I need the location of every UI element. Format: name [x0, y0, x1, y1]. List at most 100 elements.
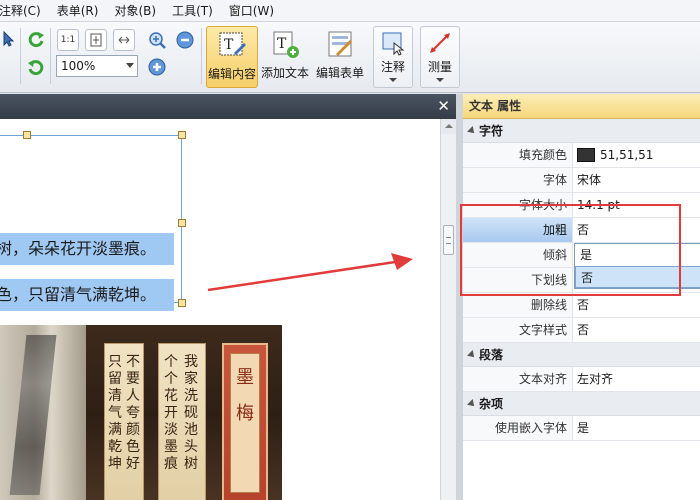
chevron-down-icon [126, 63, 134, 68]
rotate-ccw-button[interactable] [25, 56, 47, 78]
edit-form-label: 编辑表单 [315, 66, 364, 80]
fit-page-button[interactable] [85, 29, 107, 51]
annotate-label: 注释 [380, 60, 405, 74]
group-character[interactable]: 字符 [463, 119, 700, 143]
prop-label: 文字样式 [463, 318, 573, 342]
scroll-up-button[interactable] [441, 119, 456, 134]
group-label: 段落 [479, 348, 504, 362]
title-panel: 墨梅 [222, 343, 268, 500]
group-misc[interactable]: 杂项 [463, 392, 700, 416]
annotate-dropdown[interactable]: 注释 [373, 26, 413, 88]
add-text-label: 添加文本 [260, 66, 309, 80]
svg-text:T: T [277, 36, 287, 52]
prop-label: 文本对齐 [463, 367, 573, 391]
zoom-value: 100% [61, 59, 96, 73]
zoom-in-button[interactable] [146, 29, 168, 51]
select-tool-button[interactable] [0, 28, 18, 50]
add-text-button[interactable]: T 添加文本 [260, 26, 310, 88]
close-icon[interactable]: ✕ [437, 98, 450, 114]
zoom-out-button[interactable] [174, 29, 196, 51]
highlight-box [460, 204, 681, 296]
document-scrollbar[interactable] [440, 119, 456, 500]
prop-text-style[interactable]: 文字样式 否 [463, 318, 700, 343]
menu-bar: 注释(C) 表单(R) 对象(B) 工具(T) 窗口(W) [0, 0, 700, 22]
measure-label: 测量 [427, 60, 452, 74]
prop-label: 字体 [463, 168, 573, 192]
edit-content-button[interactable]: T 编辑内容 [206, 26, 258, 88]
document-tab-bar: ✕ [0, 94, 456, 119]
fit-width-button[interactable] [113, 29, 135, 51]
collapse-icon [467, 126, 477, 136]
group-label: 字符 [479, 124, 504, 138]
menu-form[interactable]: 表单(R) [49, 0, 107, 22]
prop-value: 51,51,51 [600, 148, 654, 162]
text-line-1[interactable]: 树，朵朵花开淡墨痕。 [0, 233, 174, 265]
menu-tools[interactable]: 工具(T) [164, 0, 221, 22]
resize-handle[interactable] [178, 299, 186, 307]
rotate-clockwise-icon [28, 32, 44, 48]
text-properties-panel: 文本 属性 字符 填充颜色 51,51,51 字体 宋体 字体大小 14.1 p… [463, 94, 700, 500]
rotate-counterclockwise-icon [28, 60, 44, 76]
resize-handle[interactable] [178, 131, 186, 139]
measure-icon [430, 33, 450, 53]
actual-size-button[interactable]: 1:1 [57, 29, 79, 51]
ink-brush-painting [0, 325, 86, 500]
svg-text:T: T [224, 37, 234, 53]
poem-column: 不要人夸颜色好 [126, 354, 140, 472]
annotate-icon [382, 32, 405, 56]
prop-value: 是 [577, 421, 590, 435]
prop-value: 左对齐 [577, 372, 614, 386]
document-canvas[interactable]: 树，朵朵花开淡墨痕。 色，只留清气满乾坤。 只留清气满乾坤 不要人夸颜色好 个个… [0, 119, 440, 500]
prop-label: 删除线 [463, 293, 573, 317]
color-swatch[interactable] [577, 148, 595, 162]
menu-object[interactable]: 对象(B) [106, 0, 164, 22]
prop-font[interactable]: 字体 宋体 [463, 168, 700, 193]
menu-annotate[interactable]: 注释(C) [0, 0, 49, 22]
measure-dropdown[interactable]: 测量 [420, 26, 460, 88]
prop-fill-color[interactable]: 填充颜色 51,51,51 [463, 143, 700, 168]
collapse-icon [467, 399, 477, 409]
fit-width-icon [118, 36, 130, 44]
book-title: 墨梅 [230, 353, 260, 493]
toolbar: 1:1 100% T 编辑内容 T 添加文本 编辑表单 注释 测量 [0, 22, 700, 93]
prop-label: 使用嵌入字体 [463, 416, 573, 440]
prop-embed-font[interactable]: 使用嵌入字体 是 [463, 416, 700, 441]
edit-content-label: 编辑内容 [207, 67, 256, 81]
poem-panel-right: 个个花开淡墨痕 我家洗砚池头树 [158, 343, 206, 500]
poem-column: 个个花开淡墨痕 [164, 354, 178, 472]
resize-handle[interactable] [23, 131, 31, 139]
rotate-cw-button[interactable] [25, 28, 47, 50]
menu-window[interactable]: 窗口(W) [221, 0, 282, 22]
prop-value: 否 [577, 298, 590, 312]
add-text-icon: T [273, 31, 299, 58]
plus-circle-icon [148, 58, 166, 76]
prop-value: 否 [577, 323, 590, 337]
group-paragraph[interactable]: 段落 [463, 343, 700, 367]
edit-form-icon [328, 31, 352, 57]
fit-page-icon [90, 33, 102, 47]
scroll-thumb[interactable] [443, 225, 454, 255]
group-label: 杂项 [479, 397, 504, 411]
collapse-icon [467, 350, 477, 360]
minus-circle-icon [176, 31, 194, 49]
edit-form-button[interactable]: 编辑表单 [314, 26, 366, 88]
panel-title: 文本 属性 [463, 94, 700, 119]
zoom-select[interactable]: 100% [56, 55, 138, 77]
prop-value: 宋体 [577, 173, 602, 187]
chevron-down-icon [389, 78, 397, 82]
red-arrow-icon [207, 253, 413, 292]
cursor-icon [3, 30, 15, 47]
panel-splitter[interactable] [456, 94, 463, 500]
edit-text-icon: T [219, 32, 246, 56]
prop-strikethrough[interactable]: 删除线 否 [463, 293, 700, 318]
actual-size-icon: 1:1 [60, 35, 76, 45]
chevron-down-icon [436, 78, 444, 82]
poem-column: 我家洗砚池头树 [184, 354, 198, 472]
text-line-2[interactable]: 色，只留清气满乾坤。 [0, 279, 174, 311]
selected-text-box[interactable] [0, 135, 182, 303]
resize-handle[interactable] [178, 219, 186, 227]
prop-text-align[interactable]: 文本对齐 左对齐 [463, 367, 700, 392]
poem-column: 只留清气满乾坤 [108, 354, 122, 472]
book-cover-image: 只留清气满乾坤 不要人夸颜色好 个个花开淡墨痕 我家洗砚池头树 墨梅 [0, 325, 282, 500]
zoom-plus-button[interactable] [146, 56, 168, 78]
